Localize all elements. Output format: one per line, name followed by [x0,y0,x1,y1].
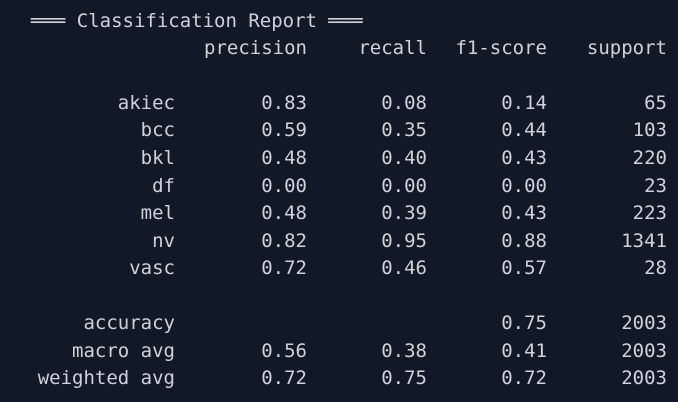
row-label: accuracy [83,312,175,334]
row-label: mel [140,202,175,224]
row-precision: 0.72 [261,367,307,389]
row-recall: 0.75 [381,367,427,389]
row-f1-score: 0.44 [501,119,547,141]
row-support: 28 [644,257,667,279]
summary-row-weighted-avg: weighted avg 0.72 0.75 0.72 2003 [0,365,678,392]
row-label: df [152,175,175,197]
row-label: nv [152,230,175,252]
terminal-output: ═══ Classification Report ═══ precision … [0,0,678,402]
report-title: ═══ Classification Report ═══ [31,10,363,32]
row-support: 103 [632,119,667,141]
table-row: bcc 0.59 0.35 0.44 103 [0,117,678,144]
row-recall: 0.35 [381,119,427,141]
row-support: 2003 [621,312,667,334]
row-precision: 0.56 [261,340,307,362]
row-support: 23 [644,175,667,197]
row-recall: 0.46 [381,257,427,279]
table-row: mel 0.48 0.39 0.43 223 [0,200,678,227]
row-recall: 0.39 [381,202,427,224]
row-precision: 0.48 [261,202,307,224]
row-precision: 0.82 [261,230,307,252]
row-label: bcc [140,119,175,141]
row-support: 220 [632,147,667,169]
header-recall: recall [358,37,427,59]
row-f1-score: 0.41 [501,340,547,362]
row-precision: 0.72 [261,257,307,279]
row-precision: 0.83 [261,92,307,114]
row-f1-score: 0.57 [501,257,547,279]
row-f1-score: 0.43 [501,147,547,169]
row-label: akiec [117,92,175,114]
row-f1-score: 0.75 [501,312,547,334]
row-recall: 0.08 [381,92,427,114]
summary-row-accuracy: accuracy 0.75 2003 [0,310,678,337]
row-support: 1341 [621,230,667,252]
row-support: 2003 [621,340,667,362]
row-label: weighted avg [37,367,175,389]
row-precision: 0.00 [261,175,307,197]
header-support: support [586,37,667,59]
row-precision: 0.59 [261,119,307,141]
row-support: 223 [632,202,667,224]
row-label: vasc [129,257,175,279]
table-row: df 0.00 0.00 0.00 23 [0,173,678,200]
row-f1-score: 0.88 [501,230,547,252]
row-precision: 0.48 [261,147,307,169]
row-f1-score: 0.72 [501,367,547,389]
row-label: macro avg [72,340,175,362]
row-f1-score: 0.43 [501,202,547,224]
row-recall: 0.38 [381,340,427,362]
table-row: vasc 0.72 0.46 0.57 28 [0,255,678,282]
row-f1-score: 0.00 [501,175,547,197]
row-support: 2003 [621,367,667,389]
header-row: precision recall f1-score support [0,35,678,62]
row-f1-score: 0.14 [501,92,547,114]
summary-row-macro-avg: macro avg 0.56 0.38 0.41 2003 [0,338,678,365]
row-support: 65 [644,92,667,114]
row-label: bkl [140,147,175,169]
row-recall: 0.40 [381,147,427,169]
row-recall: 0.00 [381,175,427,197]
row-recall: 0.95 [381,230,427,252]
header-f1-score: f1-score [455,37,547,59]
table-row: akiec 0.83 0.08 0.14 65 [0,90,678,117]
header-precision: precision [204,37,307,59]
table-row: bkl 0.48 0.40 0.43 220 [0,145,678,172]
table-row: nv 0.82 0.95 0.88 1341 [0,228,678,255]
